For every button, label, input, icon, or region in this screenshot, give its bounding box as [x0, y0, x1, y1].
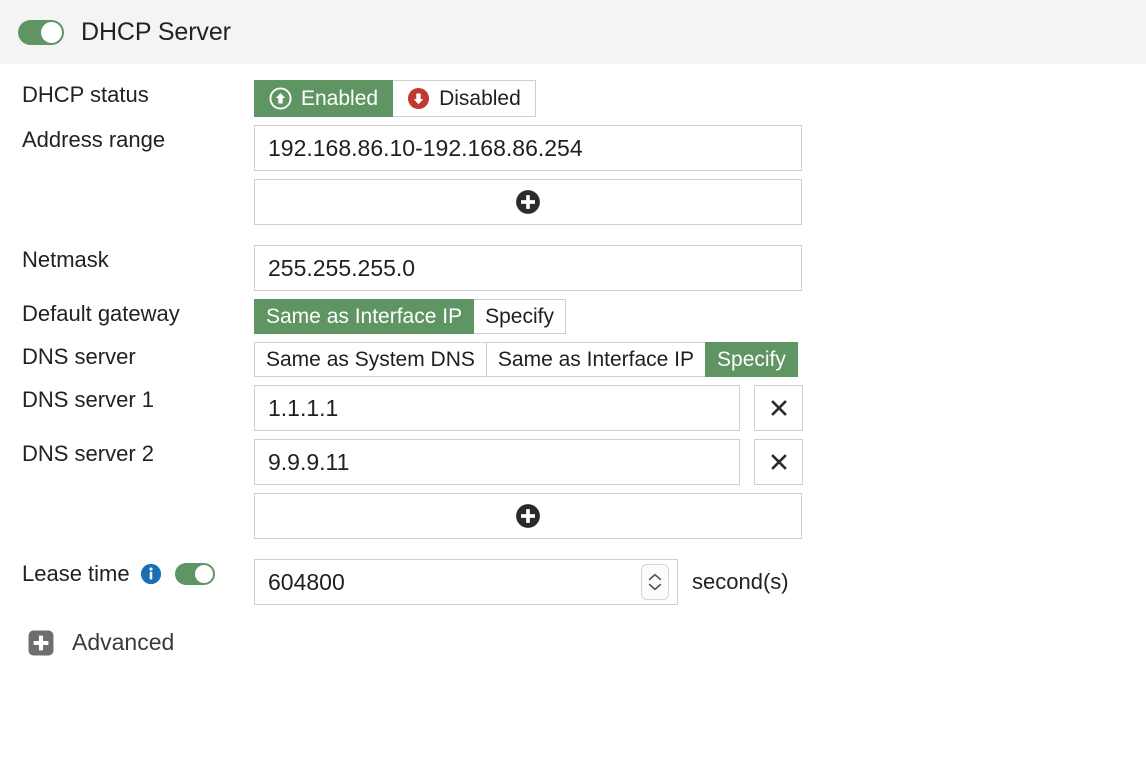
dns-server-1-value: 1.1.1.1 [268, 395, 338, 422]
field-dns-server-2: 9.9.9.11 [254, 439, 1146, 485]
lease-time-stepper[interactable] [641, 564, 669, 600]
lease-time-toggle[interactable] [175, 563, 215, 585]
lease-time-label: Lease time [22, 559, 130, 589]
dhcp-status-label: DHCP status [22, 80, 149, 110]
row-dns-server-1: DNS server 1 1.1.1.1 [0, 385, 1146, 431]
dhcp-status-disabled-button[interactable]: Disabled [392, 80, 536, 117]
row-dns-add [0, 493, 1146, 539]
dns-server-2-label: DNS server 2 [22, 439, 154, 469]
add-address-range-button[interactable] [254, 179, 802, 225]
default-gateway-same-as-interface-ip-button[interactable]: Same as Interface IP [254, 299, 474, 334]
dhcp-status-disabled-label: Disabled [439, 87, 521, 110]
plus-circle-icon [515, 503, 541, 529]
default-gateway-option-1-label: Specify [485, 305, 554, 328]
remove-dns-server-1-button[interactable] [754, 385, 803, 431]
dhcp-status-enabled-button[interactable]: Enabled [254, 80, 393, 117]
dns-server-label: DNS server [22, 342, 136, 372]
netmask-value: 255.255.255.0 [268, 255, 415, 282]
field-address-range-add [254, 179, 1146, 225]
row-lease-time: Lease time 604800 [0, 559, 1146, 605]
field-default-gateway: Same as Interface IP Specify [254, 299, 1146, 334]
label-address-range: Address range [0, 125, 254, 155]
dns-server-2-input[interactable]: 9.9.9.11 [254, 439, 740, 485]
panel-header: DHCP Server [0, 0, 1146, 64]
address-range-label: Address range [22, 125, 165, 155]
row-dns-server-2: DNS server 2 9.9.9.11 [0, 439, 1146, 485]
label-lease-time: Lease time [0, 559, 254, 589]
plus-square-icon [28, 630, 54, 656]
field-lease-time: 604800 second(s) [254, 559, 1146, 605]
dns-server-option-2-label: Specify [717, 348, 786, 371]
row-netmask: Netmask 255.255.255.0 [0, 245, 1146, 291]
dns-server-option-0-label: Same as System DNS [266, 348, 475, 371]
field-dns-server-1: 1.1.1.1 [254, 385, 1146, 431]
row-address-range: Address range 192.168.86.10-192.168.86.2… [0, 125, 1146, 171]
field-dhcp-status: Enabled Disabled [254, 80, 1146, 117]
field-netmask: 255.255.255.0 [254, 245, 1146, 291]
label-dns-server-1: DNS server 1 [0, 385, 254, 415]
toggle-knob [195, 565, 213, 583]
dhcp-status-enabled-label: Enabled [301, 87, 378, 110]
label-dns-server: DNS server [0, 342, 254, 372]
label-dhcp-status: DHCP status [0, 80, 254, 110]
dns-server-2-value: 9.9.9.11 [268, 449, 349, 476]
address-range-input[interactable]: 192.168.86.10-192.168.86.254 [254, 125, 802, 171]
label-default-gateway: Default gateway [0, 299, 254, 329]
field-address-range: 192.168.86.10-192.168.86.254 [254, 125, 1146, 171]
close-x-icon [769, 398, 789, 418]
plus-circle-icon [515, 189, 541, 215]
row-dns-server: DNS server Same as System DNS Same as In… [0, 342, 1146, 377]
toggle-knob [41, 22, 62, 43]
dns-server-same-as-system-dns-button[interactable]: Same as System DNS [254, 342, 487, 377]
arrow-down-circle-icon [407, 87, 430, 110]
default-gateway-label: Default gateway [22, 299, 180, 329]
remove-dns-server-2-button[interactable] [754, 439, 803, 485]
lease-time-toggle-wrap [175, 563, 215, 585]
page-title: DHCP Server [81, 18, 231, 47]
lease-time-value: 604800 [268, 569, 345, 596]
row-default-gateway: Default gateway Same as Interface IP Spe… [0, 299, 1146, 334]
default-gateway-segmented-control: Same as Interface IP Specify [254, 299, 565, 334]
label-dns-server-2: DNS server 2 [0, 439, 254, 469]
field-dns-server: Same as System DNS Same as Interface IP … [254, 342, 1146, 377]
lease-time-unit-label: second(s) [692, 569, 789, 595]
row-address-range-add [0, 179, 1146, 225]
advanced-section-toggle[interactable]: Advanced [0, 629, 1146, 656]
netmask-label: Netmask [22, 245, 109, 275]
dns-server-same-as-interface-ip-button[interactable]: Same as Interface IP [486, 342, 706, 377]
chevron-down-icon[interactable] [648, 582, 662, 591]
dns-server-1-label: DNS server 1 [22, 385, 154, 415]
advanced-label: Advanced [72, 629, 174, 656]
dns-server-option-1-label: Same as Interface IP [498, 348, 694, 371]
dhcp-settings-form: DHCP status Enabled Disabled [0, 64, 1146, 656]
dhcp-status-segmented-control: Enabled Disabled [254, 80, 535, 117]
add-dns-server-button[interactable] [254, 493, 802, 539]
dns-server-segmented-control: Same as System DNS Same as Interface IP … [254, 342, 797, 377]
chevron-up-icon[interactable] [648, 573, 662, 582]
dns-server-1-input[interactable]: 1.1.1.1 [254, 385, 740, 431]
field-dns-add [254, 493, 1146, 539]
row-dhcp-status: DHCP status Enabled Disabled [0, 80, 1146, 117]
default-gateway-option-0-label: Same as Interface IP [266, 305, 462, 328]
arrow-up-circle-icon [269, 87, 292, 110]
lease-time-input[interactable]: 604800 [254, 559, 678, 605]
address-range-value: 192.168.86.10-192.168.86.254 [268, 135, 583, 162]
section-spacer-1 [0, 233, 1146, 245]
close-x-icon [769, 452, 789, 472]
info-circle-icon[interactable] [140, 563, 162, 585]
dns-server-specify-button[interactable]: Specify [705, 342, 798, 377]
netmask-input[interactable]: 255.255.255.0 [254, 245, 802, 291]
label-netmask: Netmask [0, 245, 254, 275]
dhcp-server-toggle[interactable] [18, 20, 64, 45]
default-gateway-specify-button[interactable]: Specify [473, 299, 566, 334]
section-spacer-2 [0, 547, 1146, 559]
